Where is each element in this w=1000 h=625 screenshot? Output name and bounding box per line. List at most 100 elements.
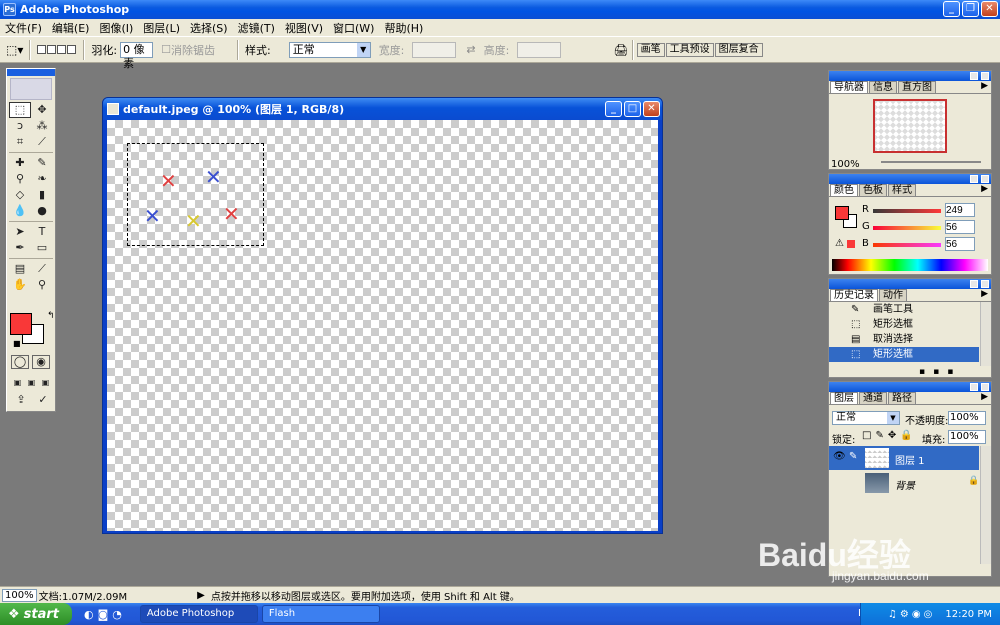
tab-actions[interactable]: 动作 xyxy=(879,289,907,301)
crop-tool-icon[interactable]: ⌗ xyxy=(9,134,31,150)
g-slider[interactable] xyxy=(873,226,941,230)
style-select[interactable]: 正常 ▼ xyxy=(288,41,371,58)
panel-minimize-icon[interactable] xyxy=(970,383,978,391)
tab-styles[interactable]: 样式 xyxy=(888,184,916,196)
tab-channels[interactable]: 通道 xyxy=(859,392,887,404)
tab-history[interactable]: 历史记录 xyxy=(830,289,878,301)
menu-edit[interactable]: 编辑(E) xyxy=(47,20,95,36)
feather-input[interactable]: 0 像素 xyxy=(120,41,154,70)
panel-menu-arrow-icon[interactable]: ▶ xyxy=(981,392,988,402)
color-panel-header[interactable] xyxy=(829,174,991,184)
tab-layer-comps[interactable]: 图层复合 xyxy=(714,42,763,57)
move-tool-icon[interactable]: ✥ xyxy=(31,102,53,118)
clock[interactable]: 12:20 PM xyxy=(945,609,992,620)
fill-input[interactable]: 100% xyxy=(948,430,986,444)
menu-help[interactable]: 帮助(H) xyxy=(379,20,428,36)
lasso-tool-icon[interactable]: ↄ xyxy=(9,118,31,134)
magic-wand-icon[interactable]: ⁂ xyxy=(31,118,53,134)
selection-mode-add[interactable] xyxy=(47,45,57,54)
color-ramp[interactable] xyxy=(832,259,988,271)
layers-panel-header[interactable] xyxy=(829,382,991,392)
history-panel-header[interactable] xyxy=(829,279,991,289)
tab-info[interactable]: 信息 xyxy=(869,81,897,93)
minimize-button[interactable]: _ xyxy=(943,1,960,17)
rect-marquee-tool-icon[interactable]: ⬚ xyxy=(9,102,31,118)
opacity-input[interactable]: 100% xyxy=(948,411,986,425)
selection-mode-new[interactable] xyxy=(37,45,47,54)
selection-mode-intersect[interactable] xyxy=(67,45,77,54)
swap-icon[interactable]: ⇄ xyxy=(466,43,475,56)
status-arrow-icon[interactable]: ▶ xyxy=(197,590,205,601)
antialias-checkbox[interactable]: ☐ xyxy=(161,43,171,56)
marquee-tool-preset-icon[interactable]: ⬚▾ xyxy=(6,43,23,57)
layers-scrollbar[interactable] xyxy=(980,446,991,564)
task-flash[interactable]: Flash xyxy=(261,605,380,623)
blend-mode-select[interactable]: 正常 ▼ xyxy=(832,411,900,425)
brush-tool-icon[interactable]: ✎ xyxy=(31,155,53,171)
panel-close-icon[interactable] xyxy=(981,175,989,183)
b-slider[interactable] xyxy=(873,243,941,247)
panel-minimize-icon[interactable] xyxy=(970,175,978,183)
panel-minimize-icon[interactable] xyxy=(970,280,978,288)
tab-tool-presets[interactable]: 工具预设 xyxy=(665,42,714,57)
gradient-icon[interactable]: ▮ xyxy=(31,187,53,203)
navigator-zoom-slider[interactable] xyxy=(881,161,981,163)
tab-brushes[interactable]: 画笔 xyxy=(636,42,665,57)
edit-in-imageready-icon[interactable]: ✓ xyxy=(33,392,53,408)
shape-tool-icon[interactable]: ▭ xyxy=(31,240,53,256)
history-brush-icon[interactable]: ❧ xyxy=(31,171,53,187)
history-item[interactable]: ⬚ 矩形选框 xyxy=(829,317,979,332)
panel-close-icon[interactable] xyxy=(981,72,989,80)
screen-mode-3-icon[interactable]: ▣ xyxy=(39,375,52,391)
default-colors-icon[interactable]: ■ xyxy=(13,339,21,348)
adobe-logo[interactable] xyxy=(10,78,52,100)
layer-row[interactable]: 背景 🔒 xyxy=(829,471,979,495)
history-item[interactable]: ▤ 取消选择 xyxy=(829,332,979,347)
doc-minimize-button[interactable]: _ xyxy=(605,101,622,117)
gamut-swatch[interactable] xyxy=(847,240,855,248)
hand-tool-icon[interactable]: ✋ xyxy=(9,277,31,293)
start-button[interactable]: ❖ start xyxy=(0,603,72,625)
close-button[interactable]: ✕ xyxy=(981,1,998,17)
r-slider[interactable] xyxy=(873,209,941,213)
height-input[interactable] xyxy=(517,41,562,58)
g-input[interactable] xyxy=(945,220,975,234)
panel-menu-arrow-icon[interactable]: ▶ xyxy=(981,81,988,91)
document-title-bar[interactable]: default.jpeg @ 100% (图层 1, RGB/8) _ □ ✕ xyxy=(103,98,662,120)
quick-mask-icon[interactable]: ◉ xyxy=(32,355,50,369)
menu-filter[interactable]: 滤镜(T) xyxy=(233,20,280,36)
tab-navigator[interactable]: 导航器 xyxy=(830,81,868,93)
screen-mode-1-icon[interactable]: ▣ xyxy=(11,375,24,391)
status-doc-size[interactable]: 文档:1.07M/2.09M xyxy=(39,588,128,603)
blur-icon[interactable]: 💧 xyxy=(9,203,31,219)
menu-layer[interactable]: 图层(L) xyxy=(138,20,185,36)
tab-histogram[interactable]: 直方图 xyxy=(898,81,936,93)
lock-icons[interactable]: □✎✥🔒 xyxy=(862,430,917,441)
quick-launch-icons[interactable]: ◐◙◔ xyxy=(84,608,126,621)
dodge-icon[interactable]: ● xyxy=(31,203,53,219)
color-fg-swatch[interactable] xyxy=(835,206,849,220)
menu-window[interactable]: 窗口(W) xyxy=(328,20,379,36)
image-canvas[interactable]: ✕ ✕ ✕ ✕ ✕ xyxy=(107,120,658,531)
history-scrollbar[interactable] xyxy=(980,302,991,366)
type-tool-icon[interactable]: T xyxy=(31,224,53,240)
selection-mode-subtract[interactable] xyxy=(57,45,67,54)
foreground-color-swatch[interactable] xyxy=(10,313,32,335)
menu-image[interactable]: 图像(I) xyxy=(94,20,138,36)
task-photoshop[interactable]: Adobe Photoshop xyxy=(139,605,258,623)
notes-icon[interactable]: ▤ xyxy=(9,261,31,277)
history-item[interactable]: ✎ 画笔工具 xyxy=(829,302,979,317)
doc-close-button[interactable]: ✕ xyxy=(643,101,660,117)
menu-file[interactable]: 文件(F) xyxy=(0,20,47,36)
b-input[interactable] xyxy=(945,237,975,251)
eyedropper-icon[interactable]: ⟋ xyxy=(31,261,53,277)
restore-button[interactable]: ❐ xyxy=(962,1,979,17)
swap-colors-icon[interactable]: ↰ xyxy=(47,311,55,321)
slice-tool-icon[interactable]: ⟋ xyxy=(31,134,53,150)
layer-row-selected[interactable]: 👁 ✎ 图层 1 xyxy=(829,446,979,470)
navigator-zoom-value[interactable]: 100% xyxy=(831,159,860,170)
zoom-tool-icon[interactable]: ⚲ xyxy=(31,277,53,293)
standard-mode-icon[interactable]: ◯ xyxy=(11,355,29,369)
history-item-selected[interactable]: ⬚ 矩形选框 xyxy=(829,347,979,362)
r-input[interactable] xyxy=(945,203,975,217)
